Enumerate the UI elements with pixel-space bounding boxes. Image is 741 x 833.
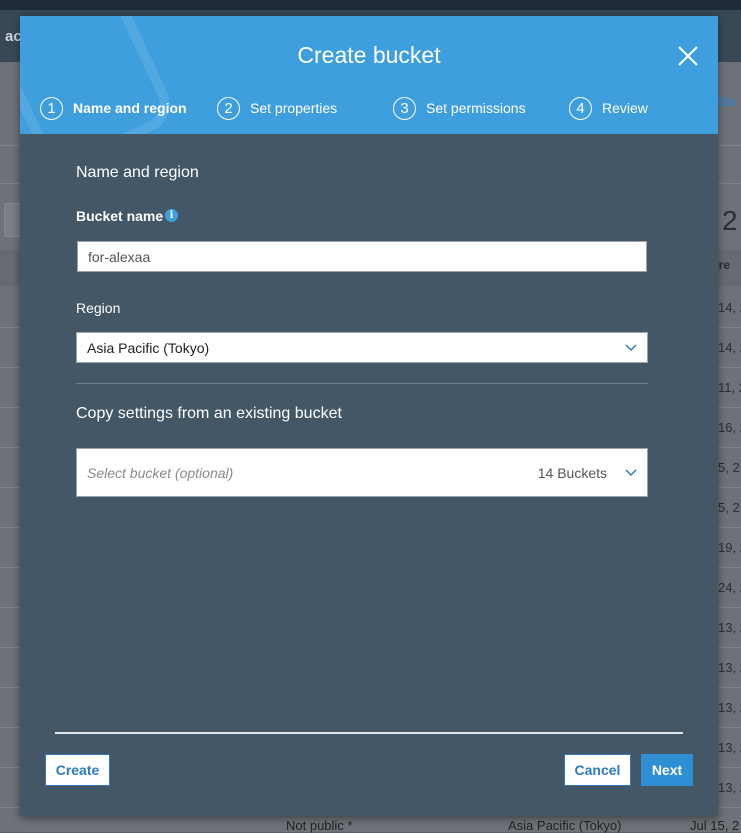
background-count: 2 [722,205,738,236]
step-label: Set properties [250,100,338,116]
chevron-down-icon [625,468,637,476]
background-row-access: Not public * [286,818,353,833]
background-row-date: 5, 2 [718,500,740,515]
info-icon[interactable]: i [165,209,178,222]
step-label: Name and region [73,100,187,116]
bucket-name-input[interactable]: for-alexaa [77,241,647,272]
background-row-date: 11, 2 [718,380,741,395]
copy-settings-title: Copy settings from an existing bucket [76,405,342,422]
copy-bucket-select[interactable]: Select bucket (optional) 14 Buckets [76,448,648,497]
background-link: ble [718,94,737,109]
next-button[interactable]: Next [641,754,693,786]
region-label: Region [76,300,121,316]
chevron-down-icon [625,343,637,351]
dialog-header: Create bucket 1 Name and region 2 Set pr… [20,16,718,134]
wizard-steps: 1 Name and region 2 Set properties 3 Set… [20,94,718,122]
bucket-count: 14 Buckets [537,464,607,481]
background-topbar [0,0,741,10]
region-select[interactable]: Asia Pacific (Tokyo) [76,332,648,363]
step-number: 1 [40,96,63,120]
background-row-date: 24, 2 [718,580,741,595]
background-row-date: 13, 2 [718,620,741,635]
background-row-date: Jul 15, 2 [690,818,740,833]
step-number: 4 [569,96,592,120]
step-label: Set permissions [426,100,526,116]
step-number: 3 [393,96,416,120]
background-row-date: 19, 2 [718,540,741,555]
section-divider [76,383,648,384]
step-set-properties[interactable]: 2 Set properties [217,94,337,122]
background-row-date: 13, 2 [718,700,741,715]
step-name-and-region[interactable]: 1 Name and region [40,94,187,122]
step-number: 2 [217,96,240,120]
region-select-value: Asia Pacific (Tokyo) [87,339,210,356]
background-row-date: 13, 2 [718,660,741,675]
dialog-title: Create bucket [297,42,441,68]
background-row-date: 16, 2 [718,420,741,435]
close-icon[interactable] [676,44,700,68]
section-title: Name and region [76,164,199,181]
background-row-region: Asia Pacific (Tokyo) [508,818,622,833]
background-row-date: 13, 2 [718,740,741,755]
create-button[interactable]: Create [45,754,110,786]
background-row-date: 13, 2 [718,780,741,795]
background-row-date: 14, 2 [718,340,741,355]
step-review[interactable]: 4 Review [569,94,648,122]
step-label: Review [602,100,648,116]
cancel-button[interactable]: Cancel [564,754,631,786]
footer-divider [55,732,683,734]
background-row-date: 14, 2 [718,300,741,315]
bucket-name-label: Bucket name [76,208,164,224]
create-bucket-dialog: Create bucket 1 Name and region 2 Set pr… [20,16,718,816]
copy-bucket-placeholder: Select bucket (optional) [87,464,234,481]
background-row-date: 5, 2 [718,460,740,475]
step-set-permissions[interactable]: 3 Set permissions [393,94,526,122]
